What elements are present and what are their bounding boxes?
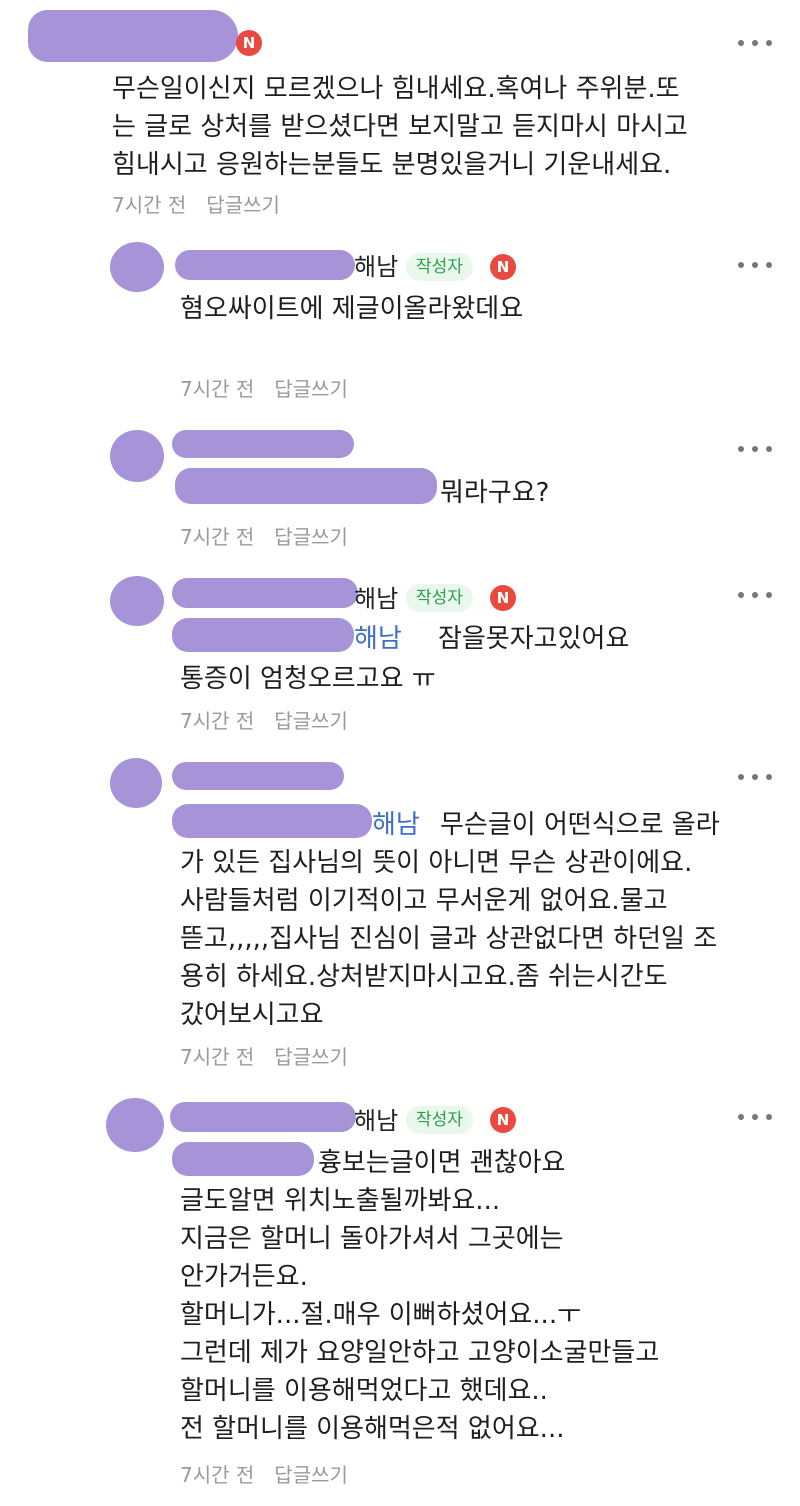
comment-text: 글도알면 위치노출될까봐요... 지금은 할머니 돌아가셔서 그곳에는 안가거든…: [180, 1186, 660, 1444]
comment-text: 뭐라구요?: [440, 478, 550, 508]
author-badge: 작성자: [406, 584, 473, 612]
more-options-icon[interactable]: [738, 1112, 772, 1122]
comment-meta: 7시간 전 답글쓰기: [180, 1462, 348, 1488]
more-options-icon[interactable]: [738, 260, 772, 270]
username-tail[interactable]: 해남: [354, 584, 398, 614]
avatar[interactable]: [106, 1098, 164, 1152]
comment-meta: 7시간 전 답글쓰기: [180, 376, 348, 402]
redacted-username: [172, 762, 344, 790]
comment-text: 통증이 엄청오르고요 ㅠ: [180, 664, 436, 694]
avatar[interactable]: [110, 430, 164, 482]
avatar[interactable]: [110, 758, 162, 808]
username-tail[interactable]: 해남: [354, 252, 398, 282]
username-tail[interactable]: 해남: [354, 1106, 398, 1136]
comment-text-first-line: 잠을못자고있어요: [438, 624, 630, 654]
avatar[interactable]: [110, 242, 164, 292]
mention-tail[interactable]: 해남: [372, 808, 420, 842]
new-badge: N: [490, 585, 516, 611]
more-options-icon[interactable]: [738, 444, 772, 454]
redacted-mention: [172, 1142, 314, 1176]
timestamp: 7시간 전: [180, 525, 255, 549]
author-badge: 작성자: [406, 253, 473, 281]
redacted-mention: [172, 804, 372, 838]
redacted-username: [175, 250, 355, 280]
timestamp: 7시간 전: [180, 377, 255, 401]
author-badge: 작성자: [406, 1106, 473, 1134]
comment-text: 가 있든 집사님의 뜻이 아니면 무슨 상관이에요. 사람들처럼 이기적이고 무…: [180, 848, 718, 1030]
mention-tail[interactable]: 해남: [354, 622, 402, 656]
timestamp: 7시간 전: [112, 193, 187, 217]
new-badge: N: [490, 254, 516, 280]
redacted-avatar-username: [28, 10, 238, 62]
reply-button[interactable]: 답글쓰기: [274, 525, 348, 549]
comment-meta: 7시간 전 답글쓰기: [180, 708, 348, 734]
comment-text: 무슨일이신지 모르겠으나 힘내세요.혹여나 주위분.또 는 글로 상처를 받으셨…: [112, 74, 688, 180]
reply-button[interactable]: 답글쓰기: [274, 377, 348, 401]
comment-meta: 7시간 전 답글쓰기: [180, 1044, 348, 1070]
more-options-icon[interactable]: [738, 772, 772, 782]
timestamp: 7시간 전: [180, 709, 255, 733]
more-options-icon[interactable]: [738, 590, 772, 600]
timestamp: 7시간 전: [180, 1045, 255, 1069]
new-badge: N: [490, 1107, 516, 1133]
redacted-username: [172, 578, 358, 608]
reply-button[interactable]: 답글쓰기: [274, 1045, 348, 1069]
redacted-mention: [175, 468, 437, 504]
comment-text-first-line: 흉보는글이면 괜찮아요: [318, 1148, 566, 1178]
timestamp: 7시간 전: [180, 1463, 255, 1487]
reply-button[interactable]: 답글쓰기: [206, 193, 280, 217]
avatar[interactable]: [110, 576, 164, 626]
redacted-mention: [172, 618, 354, 652]
reply-button[interactable]: 답글쓰기: [274, 1463, 348, 1487]
new-badge: N: [236, 30, 262, 56]
comment-text: 혐오싸이트에 제글이올라왔데요: [180, 294, 524, 324]
comment-meta: 7시간 전 답글쓰기: [112, 192, 280, 218]
comment-text-first-line: 무슨글이 어떤식으로 올라: [440, 810, 720, 840]
more-options-icon[interactable]: [738, 38, 772, 48]
comment-meta: 7시간 전 답글쓰기: [180, 524, 348, 550]
redacted-username: [172, 430, 354, 458]
reply-button[interactable]: 답글쓰기: [274, 709, 348, 733]
redacted-username: [170, 1102, 356, 1132]
